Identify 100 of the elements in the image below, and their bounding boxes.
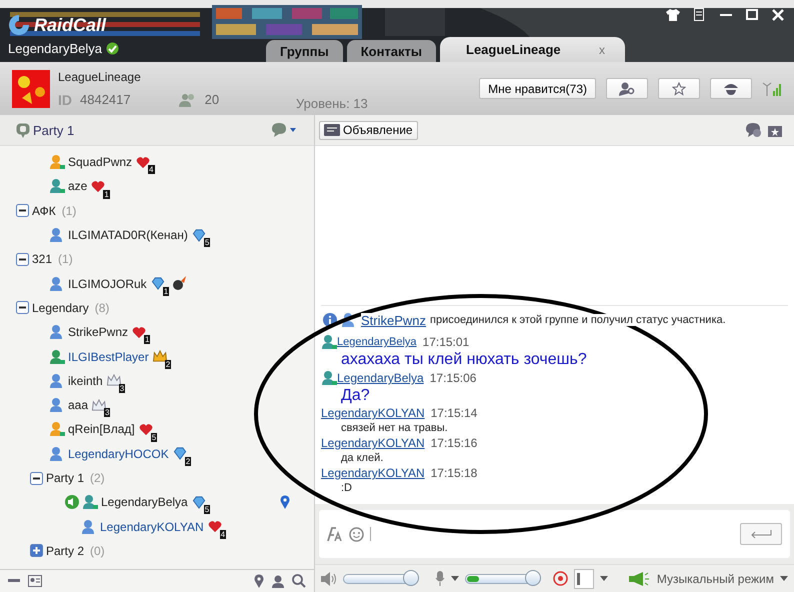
sender-link[interactable]: LegendaryKOLYAN	[321, 466, 425, 480]
user-name[interactable]: ikeinth	[68, 374, 103, 388]
notes-icon[interactable]	[694, 8, 706, 22]
message-time: 17:15:01	[422, 335, 470, 349]
group-name[interactable]: АФК	[32, 204, 56, 218]
favorite-button[interactable]	[658, 78, 700, 99]
person-icon	[341, 312, 357, 328]
admin-button[interactable]	[710, 78, 752, 99]
user-search-icon	[619, 82, 635, 96]
user-search-button[interactable]	[606, 78, 648, 99]
badge-count: 1	[144, 335, 150, 344]
badge-count: 3	[118, 384, 126, 393]
star-icon	[672, 82, 686, 96]
like-button[interactable]: Мне нравится(73)	[479, 78, 596, 99]
caret-icon[interactable]	[451, 576, 459, 581]
megaphone-icon[interactable]	[628, 572, 651, 586]
volume-slider[interactable]	[402, 570, 418, 586]
badge-count: 5	[204, 505, 210, 514]
search-icon[interactable]	[292, 574, 306, 588]
sender-link[interactable]: LegendaryBelya	[337, 336, 417, 348]
message-time: 17:15:14	[430, 406, 478, 420]
send-button[interactable]	[740, 523, 782, 545]
maximize-icon[interactable]	[746, 9, 758, 21]
user-name[interactable]: ILGIMATAD0R(Кенан)	[68, 228, 188, 242]
microphone-slider[interactable]	[524, 570, 540, 586]
group-count: (1)	[58, 252, 73, 266]
smiley-icon[interactable]	[349, 526, 364, 542]
enter-icon	[750, 530, 772, 538]
minus-icon[interactable]	[8, 579, 20, 583]
tab[interactable]: Контакты	[346, 40, 436, 62]
expand-toggle[interactable]	[30, 544, 43, 558]
font-icon[interactable]	[327, 527, 343, 541]
close-icon[interactable]	[772, 9, 784, 21]
expand-toggle[interactable]	[16, 204, 29, 218]
group-count: (2)	[90, 471, 105, 485]
mode-selector[interactable]: Музыкальный режим	[656, 572, 774, 586]
group-name: LeagueLineage	[58, 70, 142, 84]
badge-count: 2	[184, 456, 192, 466]
user-name[interactable]: qRein[Влад]	[68, 422, 135, 436]
microphone-icon[interactable]	[435, 571, 445, 586]
group-name[interactable]: 321	[32, 252, 52, 266]
badge-count: 4	[220, 530, 226, 539]
group-count: (0)	[90, 544, 105, 558]
badge-count: 5	[150, 432, 158, 442]
user-name[interactable]: LegendaryKOLYAN	[100, 520, 204, 534]
user-name[interactable]: SquadPwnz	[68, 155, 132, 170]
sender-link[interactable]: LegendaryKOLYAN	[321, 406, 425, 420]
channel-title: Party 1	[33, 122, 74, 138]
badge-count: 4	[148, 165, 154, 174]
record-icon[interactable]	[553, 571, 568, 586]
text-cursor	[370, 527, 372, 541]
caret-icon[interactable]	[600, 576, 608, 581]
group-level: Уровень: 13	[296, 96, 368, 111]
group-count: (1)	[62, 204, 76, 218]
location-icon[interactable]	[254, 574, 264, 588]
user-link[interactable]: StrikePwnz	[361, 312, 426, 328]
badge-count: 5	[204, 238, 210, 248]
logo-icon	[8, 14, 30, 36]
tab[interactable]: LeagueLineage x	[440, 37, 625, 62]
members-icon	[178, 92, 197, 106]
caret-icon[interactable]	[780, 576, 788, 581]
badge-count: 3	[104, 408, 110, 418]
phone-icon[interactable]	[574, 568, 594, 588]
tab[interactable]: Группы	[266, 40, 343, 62]
user-icon[interactable]	[272, 574, 284, 588]
group-name[interactable]: Legendary	[32, 300, 89, 315]
user-name[interactable]: StrikePwnz	[68, 325, 128, 340]
chat-icon[interactable]	[746, 123, 762, 137]
announcement-button[interactable]: Объявление	[319, 120, 418, 140]
id-label: ID	[58, 92, 72, 108]
location-pin-icon[interactable]	[280, 495, 290, 510]
expand-toggle[interactable]	[16, 252, 29, 266]
shirt-icon[interactable]	[666, 9, 680, 21]
group-count: (8)	[94, 300, 110, 315]
user-name[interactable]: aze	[68, 179, 88, 194]
group-name[interactable]: Party 1	[46, 471, 84, 485]
sender-link[interactable]: LegendaryKOLYAN	[321, 436, 425, 450]
contact-card-icon[interactable]	[28, 575, 42, 587]
info-icon	[323, 313, 337, 327]
gift-icon[interactable]	[768, 123, 782, 137]
badge-count: 1	[162, 286, 170, 296]
user-name[interactable]: LegendaryBelya	[101, 495, 188, 510]
group-name[interactable]: Party 2	[46, 544, 84, 558]
user-name[interactable]: aaa	[68, 398, 88, 412]
user-name[interactable]: ILGIBestPlayer	[68, 350, 149, 364]
message-time: 17:15:16	[430, 436, 478, 450]
board-icon	[324, 124, 340, 136]
cap-icon	[723, 82, 739, 95]
message-text: ахахаха ты клей нюхать зочешь?	[340, 350, 588, 370]
group-id: 4842417	[80, 92, 131, 107]
chat-menu-icon[interactable]	[272, 123, 298, 137]
user-name[interactable]: ILGIMOJORuk	[68, 276, 147, 291]
expand-toggle[interactable]	[16, 301, 29, 314]
user-name[interactable]: LegendaryHOCOK	[68, 446, 169, 461]
user-name: LegendaryBelya	[8, 41, 102, 56]
message-input[interactable]	[319, 510, 790, 558]
badge-count: 2	[164, 360, 172, 369]
expand-toggle[interactable]	[30, 472, 43, 484]
sender-link[interactable]: LegendaryBelya	[337, 371, 424, 385]
volume-icon[interactable]	[321, 572, 337, 586]
